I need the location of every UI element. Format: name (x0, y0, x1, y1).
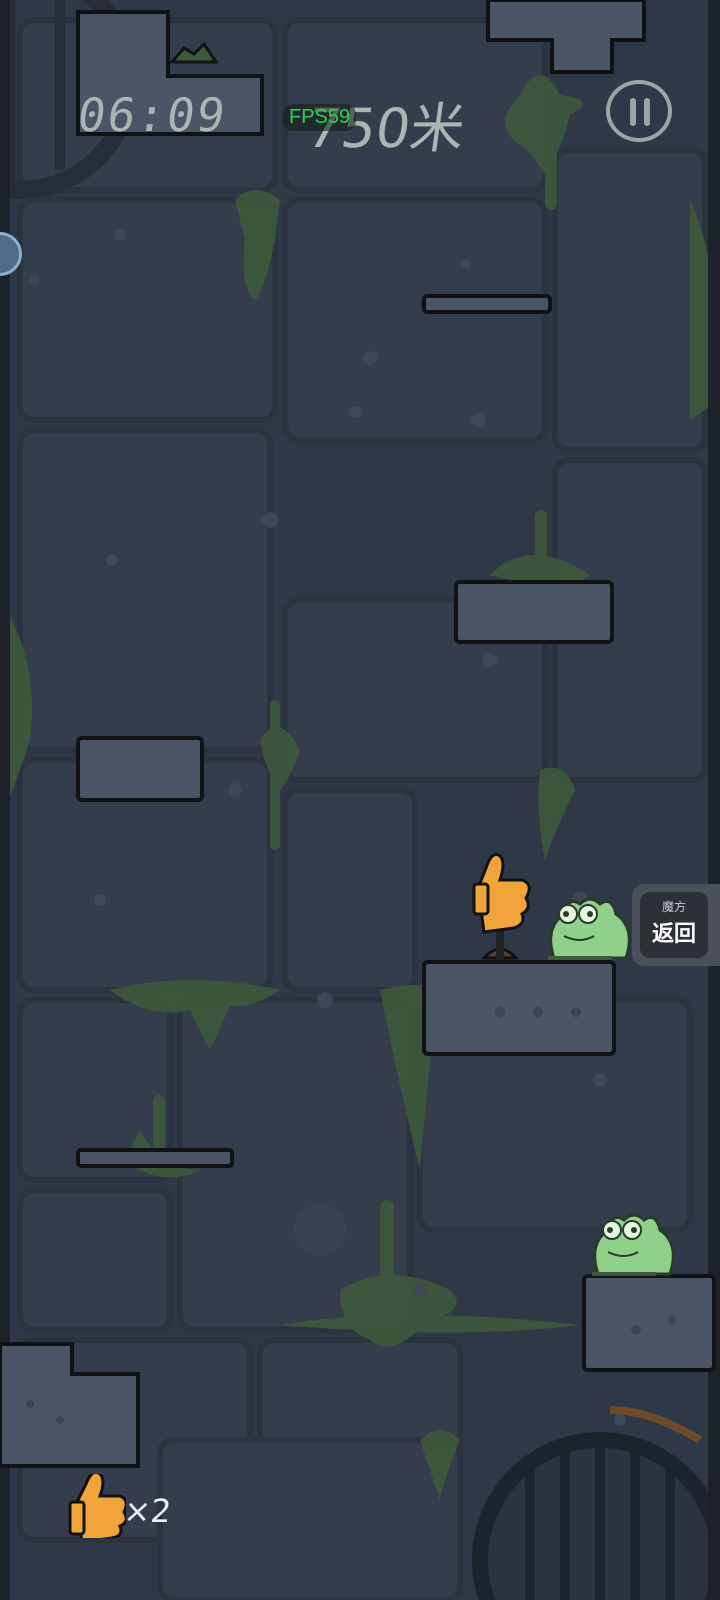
frog-enemy (548, 897, 631, 960)
game-scene (0, 0, 720, 1600)
return-button-face: 魔方 返回 (640, 892, 708, 958)
return-button[interactable]: 魔方 返回 (632, 884, 720, 966)
game-stage[interactable]: 06:09 750米 FPS59 魔方 返回 ×2 (0, 0, 720, 1600)
timer-display: 06:09 (74, 88, 231, 142)
pause-button[interactable] (606, 80, 672, 142)
return-button-sublabel: 魔方 (661, 900, 686, 914)
platform-block-right-upper (454, 580, 614, 644)
platform-thin-upper (422, 294, 552, 314)
return-button-label: 返回 (651, 922, 696, 947)
fps-counter: FPS59 (283, 104, 357, 131)
sewer-grate-bottom-right (472, 1406, 720, 1600)
powerup-inventory: ×2 (66, 1474, 206, 1538)
platform-block-left-mid (76, 736, 204, 802)
platform-block-right-lower (582, 1274, 716, 1372)
platform-block-center (422, 960, 616, 1056)
powerup-count: ×2 (122, 1492, 174, 1530)
thumbs-up-powerup[interactable] (472, 853, 531, 961)
platform-thin-lower (76, 1148, 234, 1168)
thumbs-up-icon (68, 1474, 126, 1538)
